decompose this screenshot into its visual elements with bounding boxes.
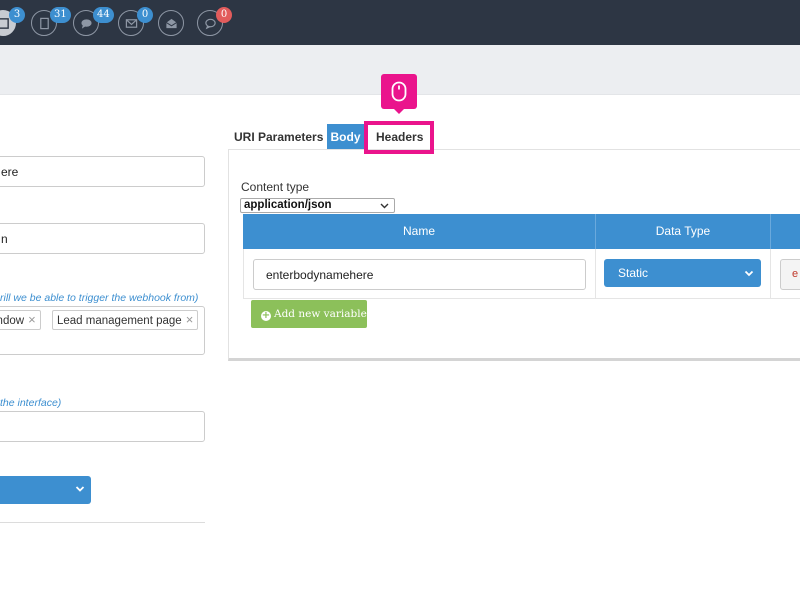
- chevron-down-icon: [380, 203, 389, 209]
- chevron-down-icon: [744, 270, 754, 277]
- tag-window: indow×: [0, 310, 41, 330]
- trigger-location-hint: rill we be able to trigger the webhook f…: [0, 292, 199, 304]
- variables-table-header: Name Data Type: [243, 214, 800, 249]
- tag-label: indow: [0, 315, 25, 327]
- webhook-settings-form: ere n rill we be able to trigger the web…: [0, 96, 210, 600]
- mouse-icon: [391, 81, 407, 102]
- add-variable-button[interactable]: + Add new variable: [251, 300, 367, 328]
- content-type-select[interactable]: application/json: [240, 198, 395, 213]
- data-type-value: Static: [618, 266, 649, 280]
- tag-lead-management-page: Lead management page ×: [52, 310, 199, 330]
- method-select[interactable]: [0, 476, 91, 504]
- variable-name-input[interactable]: enterbodynamehere: [253, 259, 586, 290]
- click-highlight: [364, 121, 434, 154]
- content-type-value: application/json: [244, 199, 332, 211]
- mail-count-badge: 0: [137, 7, 153, 23]
- interface-hint: the interface): [0, 397, 62, 409]
- column-divider: [770, 214, 771, 249]
- content-type-label: Content type: [241, 180, 310, 194]
- mouse-click-marker: [381, 74, 417, 109]
- top-navigation-bar: 3 31 44 0 0: [0, 0, 800, 45]
- tag-label: Lead management page: [57, 315, 182, 327]
- chevron-down-icon: [75, 486, 85, 492]
- plus-circle-icon: +: [261, 310, 271, 321]
- trigger-locations-tag-input[interactable]: indow× Lead management page×: [0, 306, 205, 355]
- marker-pointer: [393, 108, 405, 114]
- tab-uri-parameters[interactable]: URI Parameters: [228, 124, 327, 150]
- remove-tag-icon[interactable]: ×: [186, 312, 194, 327]
- document-count-badge: 31: [50, 7, 71, 23]
- webhook-slug-field[interactable]: n: [0, 223, 205, 254]
- column-header-name: Name: [402, 224, 435, 238]
- gallery-count-badge: 3: [9, 7, 25, 23]
- data-type-select[interactable]: Static: [604, 259, 761, 287]
- column-divider: [595, 249, 596, 299]
- column-header-data-type: Data Type: [655, 224, 711, 238]
- open-mail-icon[interactable]: [158, 10, 184, 36]
- chat-count-badge: 44: [93, 7, 114, 23]
- column-divider: [770, 249, 771, 299]
- comment-count-badge: 0: [216, 7, 232, 23]
- add-variable-label: Add new variable: [274, 308, 367, 320]
- tab-body[interactable]: Body: [327, 124, 364, 150]
- webhook-name-field[interactable]: ere: [0, 156, 205, 187]
- divider: [0, 522, 205, 523]
- remove-tag-icon[interactable]: ×: [28, 312, 36, 327]
- interface-field[interactable]: [0, 411, 205, 442]
- row-action-button[interactable]: e: [780, 259, 800, 290]
